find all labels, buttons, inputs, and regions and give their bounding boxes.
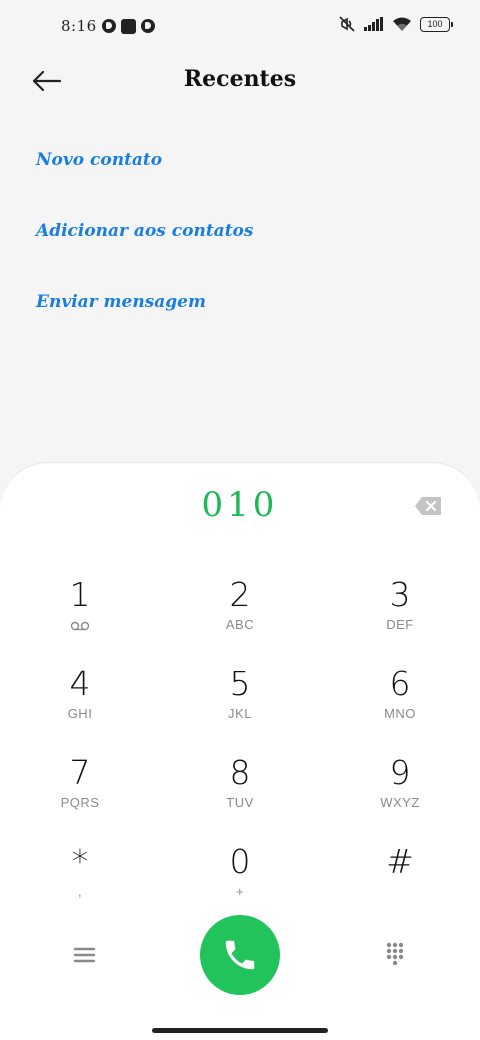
send-message-link[interactable]: Enviar mensagem: [36, 282, 253, 353]
notification-app-icon: [140, 19, 155, 33]
key-letters: TUV: [226, 795, 254, 810]
home-indicator[interactable]: [152, 1028, 328, 1033]
top-bar: Recentes: [0, 56, 480, 106]
key-digit: 3: [389, 575, 411, 614]
signal-icon: [364, 17, 383, 31]
dialed-number: 010: [201, 485, 279, 525]
battery-icon: 100: [420, 16, 453, 32]
key-letters: ABC: [225, 617, 255, 632]
key-0[interactable]: 0 +: [180, 842, 300, 922]
key-5[interactable]: 5 JKL: [180, 664, 300, 744]
notification-app-icon: [101, 19, 116, 33]
key-digit: 0: [229, 842, 251, 881]
backspace-icon: [415, 497, 441, 515]
call-button[interactable]: [200, 915, 280, 995]
dialpad-icon: [386, 942, 404, 966]
key-letters: GHI: [67, 706, 93, 721]
key-digit: 6: [389, 664, 411, 703]
key-8[interactable]: 8 TUV: [180, 753, 300, 833]
key-1[interactable]: 1: [20, 575, 140, 655]
key-6[interactable]: 6 MNO: [340, 664, 460, 744]
backspace-button[interactable]: [414, 496, 442, 516]
wifi-icon: [393, 17, 411, 31]
key-digit: #: [386, 842, 414, 881]
voicemail-icon: [70, 621, 90, 631]
key-star[interactable]: * ,: [20, 842, 140, 922]
key-letters: +: [235, 884, 245, 899]
key-letters: MNO: [384, 706, 416, 721]
mute-icon: [339, 16, 355, 32]
menu-button[interactable]: [70, 943, 100, 967]
key-9[interactable]: 9 WXYZ: [340, 753, 460, 833]
key-4[interactable]: 4 GHI: [20, 664, 140, 744]
key-letters: PQRS: [60, 795, 100, 810]
key-letters: WXYZ: [380, 795, 420, 810]
key-digit: 9: [389, 753, 411, 792]
key-letters: ,: [77, 884, 83, 899]
key-letters: JKL: [228, 706, 252, 721]
key-digit: 4: [69, 664, 91, 703]
key-digit: 2: [229, 575, 251, 614]
status-right: 100: [338, 16, 453, 32]
status-time: 8:16: [61, 17, 97, 35]
key-digit: 1: [69, 575, 91, 614]
status-left: 8:16: [61, 17, 155, 35]
key-2[interactable]: 2 ABC: [180, 575, 300, 655]
dialpad-toggle-button[interactable]: [382, 940, 412, 970]
number-actions: Novo contato Adicionar aos contatos Envi…: [36, 140, 253, 353]
status-bar: 8:16 100: [0, 0, 480, 56]
key-digit: *: [71, 842, 89, 881]
phone-call-icon: [225, 940, 255, 970]
key-digit: 8: [229, 753, 251, 792]
key-hash[interactable]: #: [340, 842, 460, 922]
dialer-panel: 010 1 2 ABC 3 DEF 4 GHI 5 JKL 6 MNO 7 PQ…: [0, 463, 480, 1040]
key-digit: 7: [69, 753, 91, 792]
key-digit: 5: [229, 664, 251, 703]
key-3[interactable]: 3 DEF: [340, 575, 460, 655]
key-7[interactable]: 7 PQRS: [20, 753, 140, 833]
menu-icon: [73, 947, 96, 963]
page-title: Recentes: [183, 66, 297, 92]
key-letters: DEF: [386, 617, 414, 632]
stop-icon: [120, 18, 136, 34]
new-contact-link[interactable]: Novo contato: [36, 140, 253, 211]
add-to-contacts-link[interactable]: Adicionar aos contatos: [36, 211, 253, 282]
